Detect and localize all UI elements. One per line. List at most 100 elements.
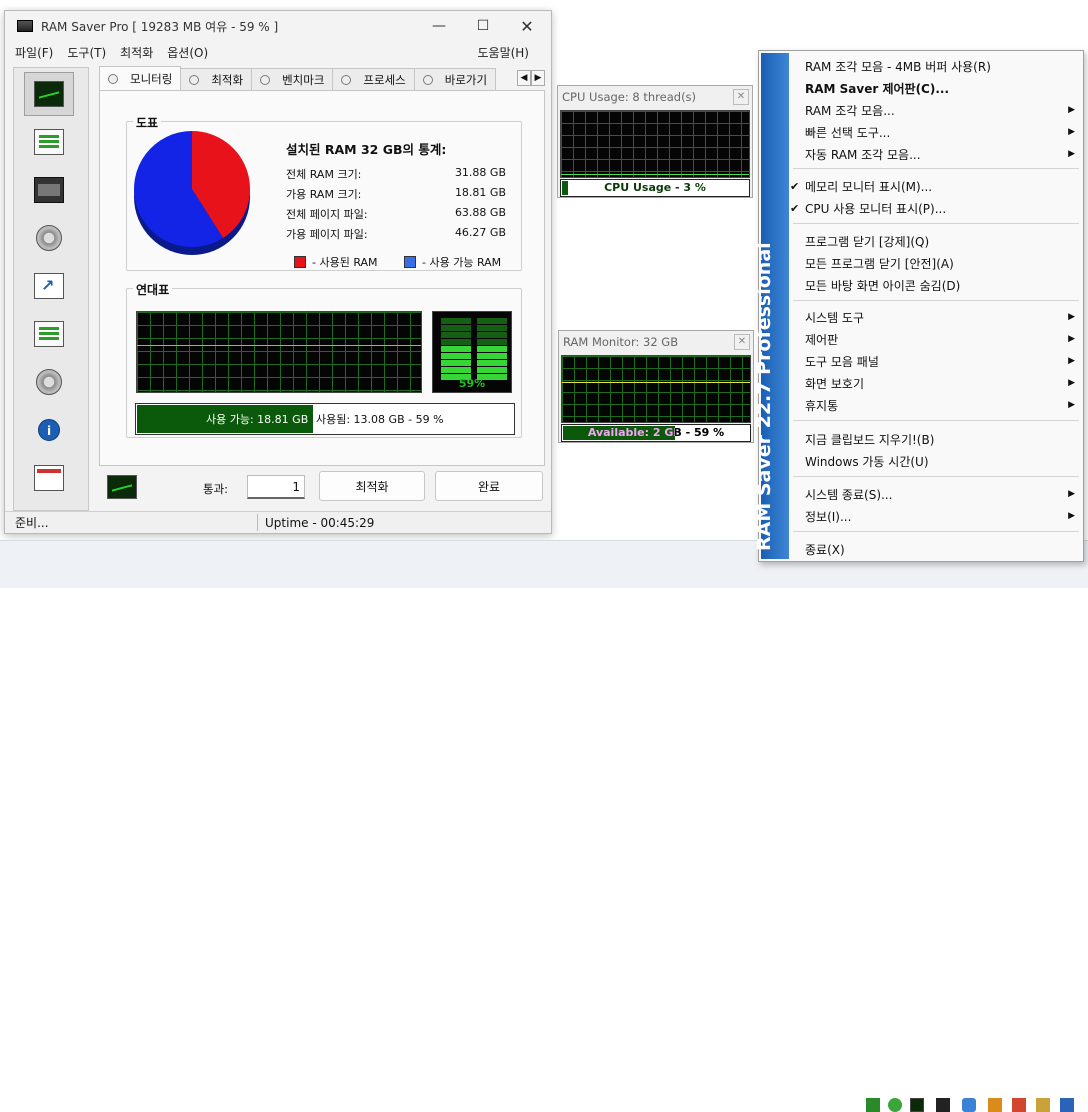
menu-item-defrag-buffer[interactable]: RAM 조각 모음 - 4MB 버퍼 사용(R): [805, 55, 1075, 77]
bar-cell: [477, 339, 507, 345]
menu-item-memory-monitor[interactable]: ✔ 메모리 모니터 표시(M)...: [790, 175, 1075, 197]
tray-app-icon[interactable]: [888, 1098, 902, 1112]
bar-cell: [441, 339, 471, 345]
tab-scroll-right-icon[interactable]: ▶: [531, 70, 545, 86]
tab-label: 벤치마크: [282, 72, 325, 87]
radio-icon: [108, 73, 118, 84]
close-icon[interactable]: ✕: [734, 334, 750, 350]
optimize-tool-button[interactable]: [24, 120, 74, 164]
menu-item-system-tools[interactable]: 시스템 도구 ▶: [805, 306, 1075, 328]
bar-percent: 59%: [458, 377, 486, 390]
info-tool-button[interactable]: i: [24, 408, 74, 452]
menu-side-label: RAM Saver 22.7 Professional: [753, 242, 775, 551]
menu-file[interactable]: 파일(F): [15, 44, 53, 61]
process-tool-button[interactable]: [24, 360, 74, 404]
close-button[interactable]: ✕: [505, 11, 549, 41]
menu-item-label: 도구 모음 패널: [805, 354, 879, 369]
menu-item-exit[interactable]: 종료(X): [805, 538, 1075, 560]
menu-item-control-panel-sub[interactable]: 제어판 ▶: [805, 328, 1075, 350]
menu-item-about[interactable]: 정보(I)... ▶: [805, 505, 1075, 527]
history-line: [137, 345, 421, 346]
tray-app-icon[interactable]: [1060, 1098, 1074, 1112]
usage-used-text: 사용됨: 13.08 GB - 59 %: [316, 413, 444, 426]
memory-chip-icon: [34, 177, 64, 203]
monitor-tool-button[interactable]: [24, 72, 74, 116]
mail-tool-button[interactable]: [24, 456, 74, 500]
tray-app-icon[interactable]: [988, 1098, 1002, 1112]
menu-item-clear-clipboard[interactable]: 지금 클립보드 지우기!(B): [805, 428, 1075, 450]
cpu-monitor-window[interactable]: CPU Usage: 8 thread(s) ✕ CPU Usage - 3 %: [557, 85, 753, 198]
shortcut-tool-button[interactable]: [24, 264, 74, 308]
legend-free: - 사용 가능 RAM: [404, 254, 501, 270]
menu-item-cpu-monitor[interactable]: ✔ CPU 사용 모니터 표시(P)...: [790, 197, 1075, 219]
radio-icon: [422, 74, 433, 85]
ram-monitor-title-bar[interactable]: RAM Monitor: 32 GB ✕: [559, 331, 753, 353]
checklist-tool-button[interactable]: [24, 312, 74, 356]
cpu-monitor-title-bar[interactable]: CPU Usage: 8 thread(s) ✕: [558, 86, 752, 108]
tray-app-icon[interactable]: [1036, 1098, 1050, 1112]
menu-item-auto-defrag[interactable]: 자동 RAM 조각 모음... ▶: [805, 143, 1075, 165]
tray-app-icon[interactable]: [962, 1098, 976, 1112]
bar-cell: [477, 318, 507, 324]
tab-process[interactable]: 프로세스: [332, 68, 415, 90]
ram-bar-meter: 59%: [432, 311, 512, 393]
menu-item-label: RAM Saver 제어판(C)...: [805, 81, 950, 96]
tray-app-icon[interactable]: [936, 1098, 950, 1112]
menu-item-toolbar-panel[interactable]: 도구 모음 패널 ▶: [805, 350, 1075, 372]
tab-monitoring[interactable]: 모니터링: [99, 66, 182, 90]
menu-item-label: 종료(X): [805, 542, 845, 557]
bar-cell: [441, 367, 471, 373]
menu-item-force-close[interactable]: 프로그램 닫기 [강제](Q): [805, 230, 1075, 252]
ram-monitor-window[interactable]: RAM Monitor: 32 GB ✕ Available: 2 GB - 5…: [558, 330, 754, 443]
menu-item-recycle-bin[interactable]: 휴지통 ▶: [805, 394, 1075, 416]
usage-free-text: 사용 가능: 18.81 GB: [206, 413, 309, 426]
menu-item-uptime[interactable]: Windows 가동 시간(U): [805, 450, 1075, 472]
menu-item-label: 시스템 종료(S)...: [805, 487, 893, 502]
tray-ram-saver-icon[interactable]: [910, 1098, 924, 1112]
minimize-button[interactable]: —: [417, 11, 461, 41]
menu-item-control-panel[interactable]: RAM Saver 제어판(C)...: [805, 77, 1075, 99]
menu-options[interactable]: 옵션(O): [167, 44, 208, 61]
memory-tool-button[interactable]: [24, 168, 74, 212]
tray-app-icon[interactable]: [866, 1098, 880, 1112]
menu-item-hide-icons[interactable]: 모든 바탕 화면 아이콘 숨김(D): [805, 274, 1075, 296]
window-title: RAM Saver Pro [ 19283 MB 여유 - 59 % ]: [41, 19, 279, 34]
bar-cell: [477, 353, 507, 359]
status-bar: 준비... Uptime - 00:45:29: [5, 511, 551, 533]
submenu-arrow-icon: ▶: [1068, 149, 1075, 159]
menu-item-quick-tools[interactable]: 빠른 선택 도구... ▶: [805, 121, 1075, 143]
legend-label: - 사용된 RAM: [312, 256, 378, 269]
menu-item-screensaver[interactable]: 화면 보호기 ▶: [805, 372, 1075, 394]
close-icon[interactable]: ✕: [733, 89, 749, 105]
title-bar[interactable]: RAM Saver Pro [ 19283 MB 여유 - 59 % ] — ☐…: [5, 11, 551, 41]
legend-swatch-red: [294, 256, 306, 268]
cpu-graph: [560, 110, 750, 178]
bar-cell: [477, 325, 507, 331]
ram-graph: [561, 355, 751, 423]
optimize-button[interactable]: 최적화: [319, 471, 425, 501]
tab-benchmark[interactable]: 벤치마크: [251, 68, 334, 90]
cpu-usage-text: CPU Usage - 3 %: [604, 181, 706, 194]
tab-optimize[interactable]: 최적화: [180, 68, 253, 90]
menu-tools[interactable]: 도구(T): [67, 44, 106, 61]
main-window: RAM Saver Pro [ 19283 MB 여유 - 59 % ] — ☐…: [4, 10, 552, 534]
tab-scroll-left-icon[interactable]: ◀: [517, 70, 531, 86]
menu-item-defrag[interactable]: RAM 조각 모음... ▶: [805, 99, 1075, 121]
stat-value: 18.81 GB: [454, 186, 506, 199]
menu-item-close-all[interactable]: 모든 프로그램 닫기 [안전](A): [805, 252, 1075, 274]
settings-tool-button[interactable]: [24, 216, 74, 260]
tab-shortcuts[interactable]: 바로가기: [413, 68, 497, 90]
maximize-button[interactable]: ☐: [461, 11, 505, 41]
usage-bar: 사용 가능: 18.81 GB 사용됨: 13.08 GB - 59 %: [135, 403, 515, 435]
stat-label: 전체 RAM 크기:: [286, 168, 362, 181]
tray-app-icon[interactable]: [1012, 1098, 1026, 1112]
menu-item-label: 모든 바탕 화면 아이콘 숨김(D): [805, 278, 961, 293]
menu-optimize[interactable]: 최적화: [120, 44, 153, 61]
pass-count-input[interactable]: 1: [247, 475, 305, 499]
menu-item-shutdown[interactable]: 시스템 종료(S)... ▶: [805, 483, 1075, 505]
menu-item-label: RAM 조각 모음...: [805, 103, 895, 118]
menu-help[interactable]: 도움말(H): [477, 44, 529, 61]
done-button[interactable]: 완료: [435, 471, 543, 501]
radio-icon: [341, 74, 352, 85]
cpu-monitor-title: CPU Usage: 8 thread(s): [562, 90, 697, 104]
